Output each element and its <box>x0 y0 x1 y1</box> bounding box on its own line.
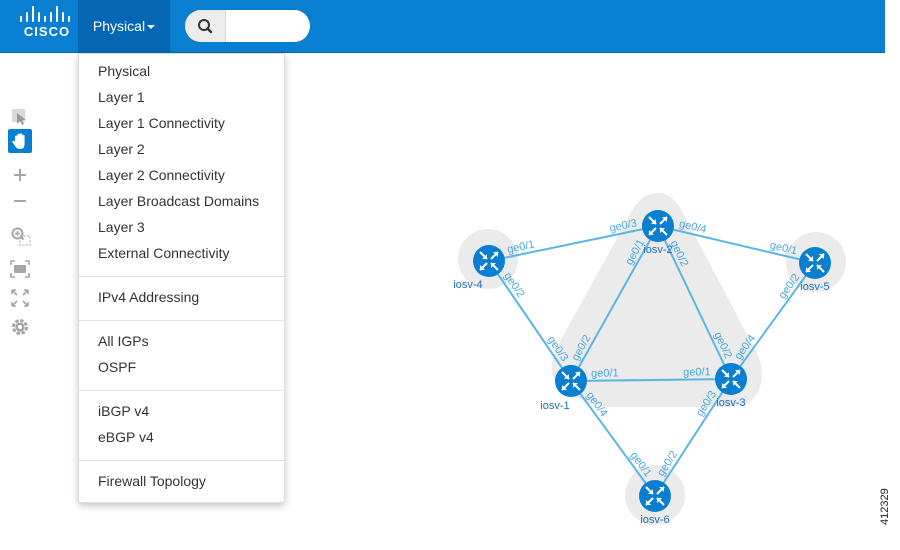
router-icon <box>473 245 505 277</box>
menu-item-layer-1-connectivity[interactable]: Layer 1 Connectivity <box>79 111 284 135</box>
cisco-logo-bars-icon <box>20 6 76 22</box>
router-name-label: iosv-6 <box>640 514 669 526</box>
search-button[interactable] <box>185 10 226 42</box>
fullscreen-icon[interactable] <box>8 286 32 310</box>
menu-item-layer-3[interactable]: Layer 3 <box>79 215 284 239</box>
menu-divider <box>79 460 284 461</box>
router-name-label: iosv-1 <box>540 400 569 412</box>
interface-label: ge0/1 <box>683 366 711 378</box>
router-name-label: iosv-2 <box>643 244 672 256</box>
menu-item-external-connectivity[interactable]: External Connectivity <box>79 241 284 265</box>
menu-divider <box>79 276 284 277</box>
router-icon <box>642 210 674 242</box>
search-input[interactable] <box>226 10 306 42</box>
link-iosv-4-iosv-1[interactable] <box>488 260 572 382</box>
router-icon <box>555 365 587 397</box>
search-box <box>185 10 310 42</box>
router-icon <box>715 363 747 395</box>
view-dropdown-menu: Physical Layer 1 Layer 1 Connectivity Layer… <box>78 53 285 503</box>
figure-number: 412329 <box>879 488 891 525</box>
router-node-iosv-3[interactable]: iosv-3 <box>715 363 747 409</box>
menu-item-ibgp-v4[interactable]: iBGP v4 <box>79 399 284 423</box>
zoom-region-icon[interactable] <box>8 224 32 248</box>
cisco-logo-text: CISCO <box>23 24 71 39</box>
router-icon <box>799 247 831 279</box>
router-name-label: iosv-5 <box>800 281 829 293</box>
topology-canvas[interactable]: ge0/1ge0/3 ge0/4ge0/1ge0/2ge0/3ge0/1ge0/2… <box>440 185 870 530</box>
menu-item-firewall-topology[interactable]: Firewall Topology <box>79 469 284 493</box>
fit-screen-icon[interactable] <box>8 257 32 281</box>
settings-gear-icon[interactable] <box>8 315 32 339</box>
router-node-iosv-6[interactable]: iosv-6 <box>639 480 671 526</box>
cisco-logo[interactable]: CISCO <box>18 6 76 44</box>
menu-divider <box>79 320 284 321</box>
view-dropdown-label: Physical <box>92 18 146 34</box>
router-icon <box>639 480 671 512</box>
menu-item-layer-2[interactable]: Layer 2 <box>79 137 284 161</box>
menu-item-physical[interactable]: Physical <box>79 59 284 83</box>
router-node-iosv-1[interactable]: iosv-1 <box>540 365 587 412</box>
top-navbar: CISCO Physical <box>0 0 885 53</box>
menu-item-layer-broadcast-domains[interactable]: Layer Broadcast Domains <box>79 189 284 213</box>
search-icon <box>198 19 213 34</box>
pan-hand-icon[interactable] <box>8 129 32 153</box>
menu-item-layer-1[interactable]: Layer 1 <box>79 85 284 109</box>
menu-divider <box>79 390 284 391</box>
zoom-in-icon[interactable] <box>8 163 32 187</box>
router-name-label: iosv-3 <box>716 397 745 409</box>
router-name-label: iosv-4 <box>453 279 482 291</box>
menu-item-ebgp-v4[interactable]: eBGP v4 <box>79 425 284 449</box>
menu-item-all-igps[interactable]: All IGPs <box>79 329 284 353</box>
view-dropdown-toggle[interactable]: Physical <box>78 0 170 52</box>
menu-item-layer-2-connectivity[interactable]: Layer 2 Connectivity <box>79 163 284 187</box>
menu-item-ipv4-addressing[interactable]: IPv4 Addressing <box>79 285 284 309</box>
interface-label: ge0/1 <box>591 367 619 379</box>
router-node-iosv-5[interactable]: iosv-5 <box>799 247 831 293</box>
menu-item-ospf[interactable]: OSPF <box>79 355 284 379</box>
select-icon[interactable] <box>8 105 32 129</box>
caret-down-icon <box>147 25 156 30</box>
router-node-iosv-2[interactable]: iosv-2 <box>642 210 674 256</box>
zoom-out-icon[interactable] <box>8 189 32 213</box>
